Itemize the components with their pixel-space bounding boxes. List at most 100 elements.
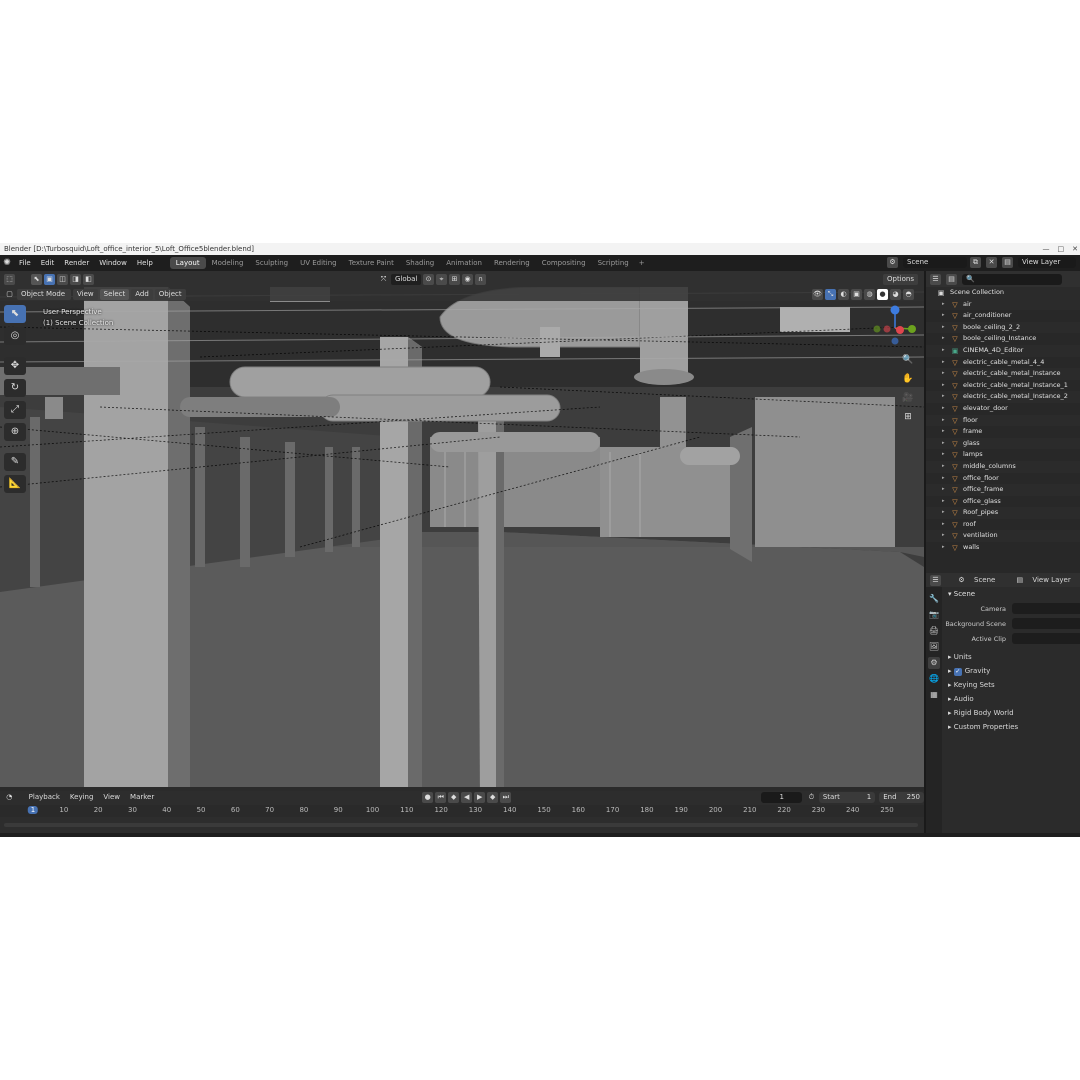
snapping-target-icon[interactable]: ⊞ — [449, 273, 460, 285]
properties-view-layer-label[interactable]: View Layer — [1032, 576, 1070, 584]
outliner-item[interactable]: ▸ ▽ boole_ceiling_Instance — [926, 333, 1080, 345]
view-layer-tab-icon[interactable]: 🖼 — [928, 641, 940, 653]
mode-dropdown[interactable]: Object Mode — [17, 288, 71, 300]
jump-start-icon[interactable]: ⏮ — [435, 791, 447, 803]
expand-arrow-icon[interactable]: ▸ — [942, 415, 945, 427]
select-tool-icon[interactable]: ⬉ — [4, 305, 26, 323]
shading-wireframe-icon[interactable]: ◍ — [864, 288, 875, 300]
outliner-item[interactable]: ▸ ▽ middle_columns — [926, 460, 1080, 473]
outliner-search-input[interactable]: 🔍 — [962, 273, 1062, 285]
current-frame-field[interactable]: 1 — [761, 791, 803, 803]
menu-object[interactable]: Object — [154, 288, 186, 300]
move-tool-icon[interactable]: ✥ — [4, 357, 26, 375]
properties-editor-icon[interactable]: ☰ — [930, 574, 941, 586]
output-tab-icon[interactable]: 🖨 — [928, 625, 940, 637]
zoom-icon[interactable]: 🔍 — [898, 353, 918, 368]
close-scene-icon[interactable]: ✕ — [986, 257, 997, 268]
outliner-item[interactable]: ▸ ▽ office_frame — [926, 484, 1080, 496]
outliner-item[interactable]: ▸ ▽ electric_cable_metal_4_4 — [926, 357, 1080, 369]
rigid-body-world-panel[interactable]: ▸ Rigid Body World — [942, 706, 1080, 720]
expand-arrow-icon[interactable]: ▸ — [942, 507, 945, 519]
close-button[interactable]: ✕ — [1072, 243, 1078, 255]
world-tab-icon[interactable]: 🌐 — [928, 673, 940, 685]
properties-scene-label[interactable]: Scene — [974, 576, 995, 584]
menu-render[interactable]: Render — [59, 259, 94, 267]
menu-timeline-view[interactable]: View — [99, 792, 124, 803]
expand-arrow-icon[interactable]: ▸ — [942, 310, 945, 322]
menu-playback[interactable]: Playback — [25, 792, 64, 803]
outliner-item[interactable]: ▸ ▽ roof — [926, 519, 1080, 531]
gravity-panel[interactable]: ▸ ✓ Gravity — [942, 664, 1080, 678]
mode-intersect-icon[interactable]: ◧ — [83, 273, 94, 285]
tab-compositing[interactable]: Compositing — [536, 257, 592, 269]
menu-marker[interactable]: Marker — [126, 792, 158, 803]
3d-viewport[interactable]: ▢ Object Mode View Select Add Object 👁 ⤡… — [0, 287, 924, 787]
outliner-item[interactable]: ▸ ▽ boole_ceiling_2_2 — [926, 321, 1080, 334]
scene-properties-tab-icon[interactable]: ⚙ — [928, 657, 940, 669]
outliner-item[interactable]: ▸ ▣ CINEMA_4D_Editor — [926, 344, 1080, 357]
expand-arrow-icon[interactable]: ▸ — [942, 391, 945, 403]
minimize-button[interactable]: — — [1043, 243, 1050, 255]
expand-arrow-icon[interactable]: ▸ — [942, 380, 945, 392]
keying-sets-panel[interactable]: ▸ Keying Sets — [942, 678, 1080, 692]
shading-rendered-icon[interactable]: ◓ — [903, 288, 914, 300]
expand-arrow-icon[interactable]: ▸ — [942, 449, 945, 461]
expand-arrow-icon[interactable]: ▸ — [942, 357, 945, 369]
add-workspace-button[interactable]: + — [635, 259, 649, 267]
custom-properties-panel[interactable]: ▸ Custom Properties — [942, 720, 1080, 734]
camera-field[interactable] — [1012, 603, 1080, 614]
outliner-item[interactable]: ▸ ▽ floor — [926, 414, 1080, 427]
editor-type-icon[interactable]: ⬚ — [4, 273, 15, 285]
rotate-tool-icon[interactable]: ↻ — [4, 379, 26, 397]
play-reverse-icon[interactable]: ◀ — [461, 791, 473, 803]
expand-arrow-icon[interactable]: ▸ — [942, 403, 945, 415]
frame-ruler[interactable]: 1 10 20 30 40 50 60 70 80 90 100 110 120 130 140 150 160… — [0, 805, 924, 817]
active-clip-field[interactable] — [1012, 633, 1080, 644]
navigation-gizmo[interactable] — [872, 305, 918, 351]
expand-arrow-icon[interactable]: ▸ — [942, 333, 945, 345]
scale-tool-icon[interactable]: ⤢ — [4, 401, 26, 419]
select-box-icon[interactable]: ⬉ — [31, 273, 42, 285]
expand-arrow-icon[interactable]: ▸ — [942, 322, 945, 334]
expand-arrow-icon[interactable]: ▸ — [942, 542, 945, 554]
background-scene-field[interactable] — [1012, 618, 1080, 629]
orientation-dropdown[interactable]: Global — [391, 273, 421, 285]
maximize-button[interactable]: □ — [1058, 243, 1065, 255]
tab-shading[interactable]: Shading — [400, 257, 440, 269]
outliner-item[interactable]: ▸ ▽ ventilation — [926, 530, 1080, 543]
clock-icon[interactable]: ◔ — [4, 792, 15, 803]
view-layer-selector[interactable]: View Layer — [1018, 257, 1076, 268]
scene-icon[interactable]: ⚙ — [887, 257, 898, 268]
expand-arrow-icon[interactable]: ▸ — [942, 368, 945, 380]
expand-arrow-icon[interactable]: ▸ — [942, 461, 945, 473]
shading-material-icon[interactable]: ◕ — [890, 288, 901, 300]
outliner-editor-icon[interactable]: ☰ — [930, 273, 941, 285]
outliner-item[interactable]: ▸ ▽ electric_cable_metal_Instance_1 — [926, 380, 1080, 392]
scene-selector[interactable]: Scene — [903, 257, 967, 268]
visibility-icon[interactable]: 👁 — [812, 288, 823, 300]
outliner-item[interactable]: ▸ ▽ glass — [926, 437, 1080, 450]
pan-hand-icon[interactable]: ✋ — [898, 372, 918, 387]
transform-tool-icon[interactable]: ⊕ — [4, 423, 26, 441]
menu-add[interactable]: Add — [131, 288, 153, 300]
cursor-tool-icon[interactable]: ◎ — [4, 327, 26, 345]
proportional-icon[interactable]: ◉ — [462, 273, 473, 285]
mode-extend-icon[interactable]: ◫ — [57, 273, 68, 285]
outliner-item[interactable]: ▸ ▽ elevator_door — [926, 403, 1080, 415]
outliner-item[interactable]: ▸ ▽ electric_cable_metal_Instance — [926, 368, 1080, 380]
new-scene-icon[interactable]: ⧉ — [970, 257, 981, 268]
expand-arrow-icon[interactable]: ▸ — [942, 484, 945, 496]
tab-modeling[interactable]: Modeling — [206, 257, 250, 269]
camera-view-icon[interactable]: 🎥 — [898, 391, 918, 406]
texture-tab-icon[interactable]: ▦ — [928, 689, 940, 701]
expand-arrow-icon[interactable]: ▸ — [942, 438, 945, 450]
tool-tab-icon[interactable]: 🔧 — [928, 593, 940, 605]
outliner-item[interactable]: ▸ ▽ Roof_pipes — [926, 507, 1080, 519]
gravity-checkbox[interactable]: ✓ — [953, 668, 962, 676]
expand-arrow-icon[interactable]: ▸ — [942, 299, 945, 311]
mode-subtract-icon[interactable]: ◨ — [70, 273, 81, 285]
mode-new-icon[interactable]: ▣ — [44, 273, 55, 285]
display-mode-icon[interactable]: ▤ — [946, 273, 957, 285]
expand-arrow-icon[interactable]: ▸ — [942, 426, 945, 438]
tab-animation[interactable]: Animation — [440, 257, 488, 269]
